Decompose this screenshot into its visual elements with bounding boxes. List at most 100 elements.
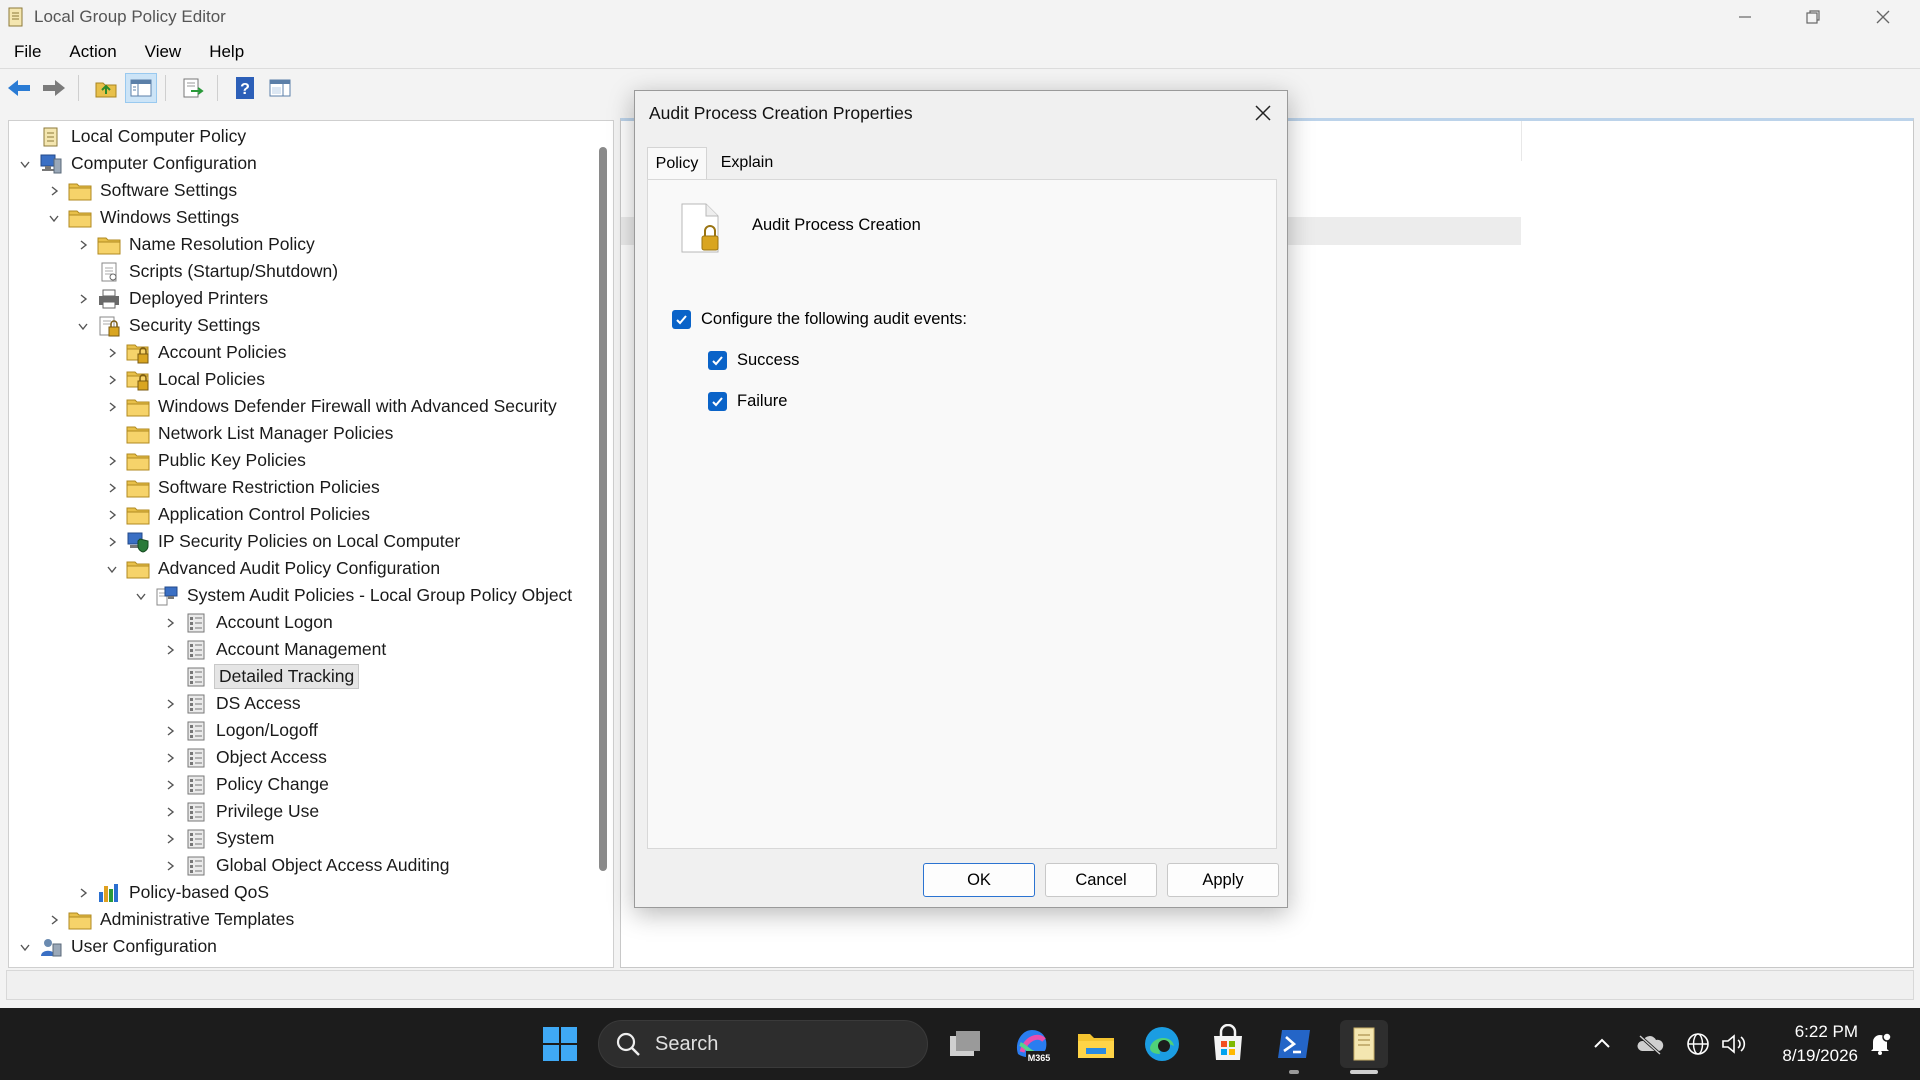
failure-checkbox[interactable]: Failure	[708, 392, 787, 411]
configure-audit-checkbox[interactable]: Configure the following audit events:	[672, 310, 967, 329]
close-window-button[interactable]	[1848, 0, 1918, 34]
tree-item[interactable]: Software Settings	[46, 177, 239, 204]
tree-item[interactable]: Application Control Policies	[104, 501, 372, 528]
tree-expander[interactable]	[104, 480, 120, 496]
tree-expander[interactable]	[162, 777, 178, 793]
tree-item[interactable]: Policy Change	[162, 771, 331, 798]
menu-file[interactable]: File	[0, 38, 55, 66]
properties-pane-button[interactable]	[264, 73, 296, 103]
tree-item[interactable]: Windows Defender Firewall with Advanced …	[104, 393, 559, 420]
taskbar-search[interactable]: Search	[598, 1020, 928, 1068]
forward-button[interactable]	[38, 73, 70, 103]
tree-item[interactable]: Security Settings	[75, 312, 262, 339]
tree-item[interactable]: Advanced Audit Policy Configuration	[104, 555, 442, 582]
menu-action[interactable]: Action	[55, 38, 130, 66]
file-explorer-button[interactable]	[1076, 1024, 1116, 1064]
m365-copilot-button[interactable]: M365	[1012, 1024, 1052, 1064]
tree-item[interactable]: Computer Configuration	[17, 150, 259, 177]
tree-expander[interactable]	[104, 453, 120, 469]
tree-scrollbar[interactable]	[599, 147, 607, 871]
tree-expander[interactable]	[162, 723, 178, 739]
apply-button[interactable]: Apply	[1167, 863, 1279, 897]
restore-button[interactable]	[1778, 0, 1848, 34]
up-one-level-button[interactable]	[90, 73, 122, 103]
tree-expander[interactable]	[162, 804, 178, 820]
tree-item[interactable]: DS Access	[162, 690, 303, 717]
tree-item[interactable]: Global Object Access Auditing	[162, 852, 451, 879]
tree-expander[interactable]	[133, 588, 149, 604]
dialog-close-button[interactable]	[1251, 101, 1275, 125]
tree-expander[interactable]	[162, 858, 178, 874]
tree-expander[interactable]	[162, 642, 178, 658]
checkbox-checked[interactable]	[672, 310, 691, 329]
tree-item[interactable]: IP Security Policies on Local Computer	[104, 528, 462, 555]
tree-expander[interactable]	[17, 156, 33, 172]
edge-button[interactable]	[1142, 1024, 1182, 1064]
ok-button[interactable]: OK	[923, 863, 1035, 897]
tree-item[interactable]: System	[162, 825, 276, 852]
network-status[interactable]	[1684, 1030, 1712, 1058]
menu-help[interactable]: Help	[195, 38, 258, 66]
tree-expander[interactable]	[46, 912, 62, 928]
minimize-button[interactable]	[1710, 0, 1780, 34]
checkbox-checked[interactable]	[708, 392, 727, 411]
tree-expander[interactable]	[162, 696, 178, 712]
tree-item[interactable]: Policy-based QoS	[75, 879, 271, 906]
show-hidden-icons-button[interactable]	[1588, 1030, 1616, 1058]
menu-view[interactable]: View	[131, 38, 196, 66]
tree-item[interactable]: Network List Manager Policies	[104, 420, 395, 447]
tree-expander[interactable]	[162, 750, 178, 766]
volume-control[interactable]	[1720, 1030, 1748, 1058]
tree-item[interactable]: Logon/Logoff	[162, 717, 320, 744]
tree-item[interactable]: Local Computer Policy	[17, 123, 248, 150]
notification-center-button[interactable]	[1866, 1030, 1894, 1058]
group-policy-app-button[interactable]	[1340, 1020, 1388, 1068]
tree-expander[interactable]	[162, 831, 178, 847]
success-checkbox[interactable]: Success	[708, 351, 799, 370]
tree-item[interactable]: Windows Settings	[46, 204, 241, 231]
checkbox-checked[interactable]	[708, 351, 727, 370]
export-list-button[interactable]	[177, 73, 209, 103]
tree-expander[interactable]	[46, 210, 62, 226]
tree-item[interactable]: Detailed Tracking	[162, 663, 360, 690]
tree-item[interactable]: Object Access	[162, 744, 329, 771]
tree-item[interactable]: Scripts (Startup/Shutdown)	[75, 258, 340, 285]
tree-expander[interactable]	[75, 291, 91, 307]
tree-item[interactable]: Name Resolution Policy	[75, 231, 317, 258]
tree-expander[interactable]	[162, 615, 178, 631]
start-button[interactable]	[540, 1024, 580, 1064]
tree-expander[interactable]	[17, 939, 33, 955]
microsoft-store-button[interactable]	[1208, 1024, 1248, 1064]
cancel-button[interactable]: Cancel	[1045, 863, 1157, 897]
tree-expander[interactable]	[104, 345, 120, 361]
console-tree[interactable]: Local Computer Policy Computer Configurat…	[8, 120, 614, 968]
terminal-button[interactable]	[1274, 1024, 1314, 1064]
tree-expander[interactable]	[104, 507, 120, 523]
tree-expander[interactable]	[75, 237, 91, 253]
tree-item[interactable]: Account Policies	[104, 339, 288, 366]
tree-item[interactable]: Account Logon	[162, 609, 335, 636]
show-hide-tree-button[interactable]	[125, 73, 157, 103]
tree-item[interactable]: User Configuration	[17, 933, 219, 960]
tree-item[interactable]: Public Key Policies	[104, 447, 308, 474]
tree-item[interactable]: Account Management	[162, 636, 388, 663]
taskbar-clock[interactable]: 6:22 PM 8/19/2026	[1782, 1020, 1858, 1068]
tree-expander[interactable]	[75, 318, 91, 334]
help-button[interactable]: ?	[229, 73, 261, 103]
tab-policy[interactable]: Policy	[647, 147, 707, 179]
tree-expander[interactable]	[104, 561, 120, 577]
tree-item[interactable]: Local Policies	[104, 366, 267, 393]
tree-item[interactable]: Privilege Use	[162, 798, 321, 825]
tree-item[interactable]: Administrative Templates	[46, 906, 296, 933]
tree-expander[interactable]	[104, 372, 120, 388]
back-button[interactable]	[3, 73, 35, 103]
onedrive-status[interactable]	[1636, 1030, 1664, 1058]
tree-expander[interactable]	[104, 399, 120, 415]
tab-explain[interactable]: Explain	[711, 149, 783, 177]
tree-item[interactable]: Software Restriction Policies	[104, 474, 382, 501]
tree-expander[interactable]	[104, 534, 120, 550]
tree-expander[interactable]	[46, 183, 62, 199]
tree-item[interactable]: Deployed Printers	[75, 285, 270, 312]
tree-expander[interactable]	[75, 885, 91, 901]
tree-item[interactable]: System Audit Policies - Local Group Poli…	[133, 582, 574, 609]
